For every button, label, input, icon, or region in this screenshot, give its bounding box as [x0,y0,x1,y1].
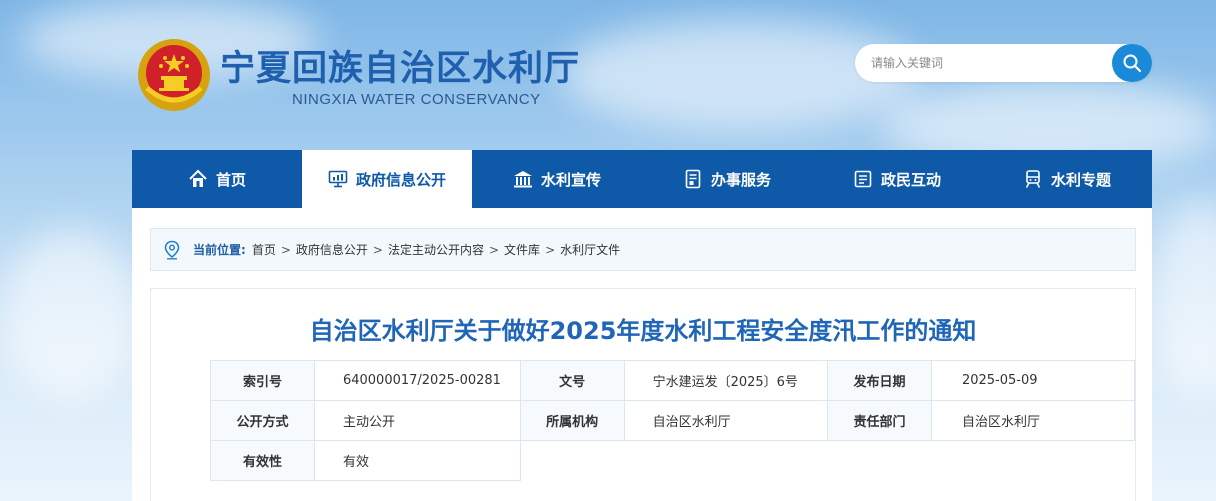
date-value: 2025-05-09 [930,360,1136,401]
nav-item-home[interactable]: 首页 [132,150,302,208]
nav-item-label: 政民互动 [880,170,941,189]
metadata-table: 索引号 640000017/2025-00281 文号 宁水建运发〔2025〕6… [210,360,1136,481]
breadcrumb: 当前位置: 首页 > 政府信息公开 > 法定主动公开内容 > 文件库 > 水利厅… [150,228,1136,271]
org-label: 所属机构 [519,400,625,441]
org-value: 自治区水利厅 [623,400,828,441]
index-no-value: 640000017/2025-00281 [313,360,521,401]
nav-item-interaction[interactable]: 政民互动 [812,150,982,208]
disclosure-value: 主动公开 [313,400,521,441]
breadcrumb-link-home[interactable]: 首页 [252,241,276,258]
breadcrumb-separator: > [372,242,383,257]
dept-value: 自治区水利厅 [930,400,1136,441]
search-button[interactable] [1112,44,1152,82]
home-icon [189,169,207,187]
breadcrumb-link-dept-docs[interactable]: 水利厅文件 [560,241,620,258]
breadcrumb-link-statutory[interactable]: 法定主动公开内容 [388,241,484,258]
article-title: 自治区水利厅关于做好2025年度水利工程安全度汛工作的通知 [309,317,977,345]
nav-item-label: 首页 [215,170,246,189]
article: 自治区水利厅关于做好2025年度水利工程安全度汛工作的通知 索引号 640000… [150,288,1136,501]
search-box [855,44,1152,82]
national-emblem-icon [138,39,210,111]
breadcrumb-link-gov-info[interactable]: 政府信息公开 [296,241,368,258]
breadcrumb-label: 当前位置: [193,243,246,257]
site-title: 宁夏回族自治区水利厅 [220,49,581,89]
nav-item-label: 政府信息公开 [355,170,446,189]
nav-item-label: 水利宣传 [540,170,601,189]
document-icon [685,169,701,189]
main-nav: 首页 政府信息公开 水利宣传 办事服务 政民互动 水利专题 [132,150,1152,208]
nav-item-services[interactable]: 办事服务 [642,150,812,208]
table-row: 索引号 640000017/2025-00281 文号 宁水建运发〔2025〕6… [210,360,1136,401]
site-header: 宁夏回族自治区水利厅 NINGXIA WATER CONSERVANCY [0,0,1216,150]
validity-value: 有效 [313,440,521,481]
list-icon [854,170,872,188]
train-icon [1025,170,1041,188]
doc-no-value: 宁水建运发〔2025〕6号 [623,360,828,401]
location-pin-icon [164,240,180,259]
nav-item-topics[interactable]: 水利专题 [982,150,1152,208]
breadcrumb-separator: > [545,242,556,257]
validity-label: 有效性 [210,440,315,481]
nav-item-label: 水利专题 [1050,170,1111,189]
table-row: 公开方式 主动公开 所属机构 自治区水利厅 责任部门 自治区水利厅 [210,400,1136,441]
site-subtitle: NINGXIA WATER CONSERVANCY [292,91,541,108]
nav-item-publicity[interactable]: 水利宣传 [472,150,642,208]
breadcrumb-separator: > [488,242,500,257]
search-input[interactable] [871,53,1101,73]
monitor-icon [328,170,348,188]
doc-no-label: 文号 [519,360,625,401]
dept-label: 责任部门 [826,400,932,441]
main-content: 当前位置: 首页 > 政府信息公开 > 法定主动公开内容 > 文件库 > 水利厅… [132,208,1152,501]
breadcrumb-link-library[interactable]: 文件库 [504,241,540,258]
nav-item-label: 办事服务 [710,170,771,189]
nav-item-gov-info[interactable]: 政府信息公开 [302,150,472,208]
date-label: 发布日期 [826,360,932,401]
table-row: 有效性 有效 [210,440,1135,481]
breadcrumb-separator: > [280,242,291,257]
disclosure-label: 公开方式 [210,400,315,441]
index-no-label: 索引号 [210,360,315,401]
empty-cell [520,441,1134,481]
building-icon [513,171,532,188]
search-icon [1123,54,1142,73]
